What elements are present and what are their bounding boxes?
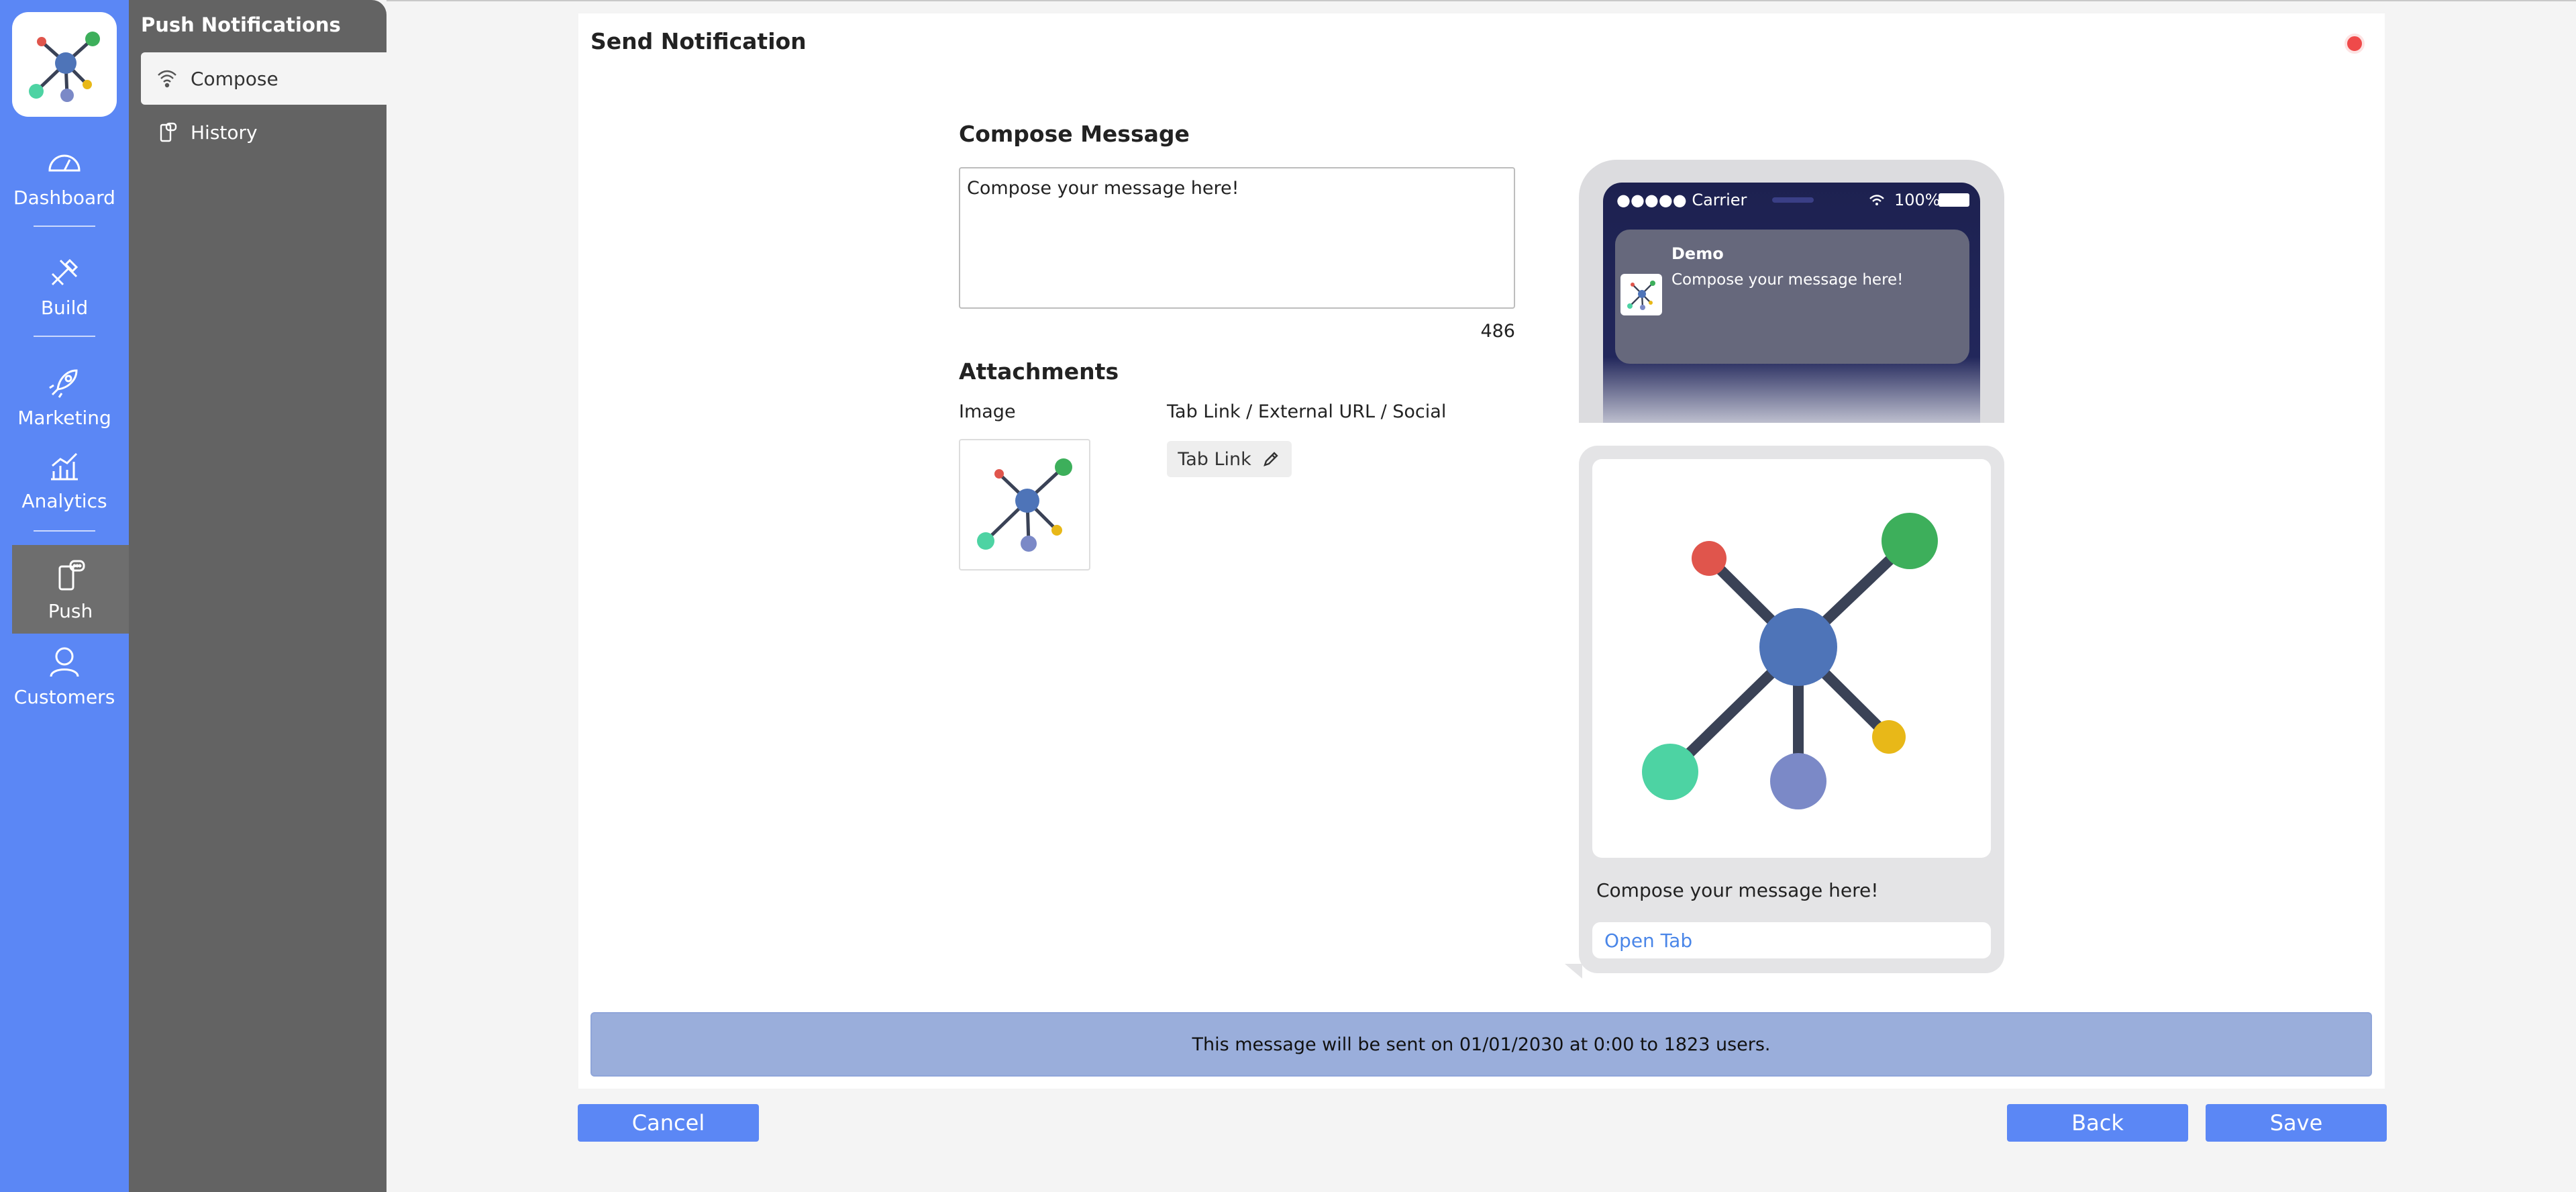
open-tab-link[interactable]: Open Tab xyxy=(1592,922,1991,958)
notification-message: Compose your message here! xyxy=(1671,271,1904,289)
subnav-title: Push Notifications xyxy=(141,13,341,36)
wifi-signal-icon xyxy=(1869,195,1884,205)
pencil-icon xyxy=(1263,452,1278,466)
rail-item-label: Build xyxy=(40,296,89,319)
rocket-icon xyxy=(49,368,78,398)
send-notification-card: Send Notification Compose Message 486 At… xyxy=(578,13,2385,1089)
message-textarea[interactable] xyxy=(959,167,1515,309)
rail-item-label: Dashboard xyxy=(13,186,115,209)
history-icon xyxy=(160,122,177,142)
tab-link-label: Tab Link xyxy=(1178,448,1251,470)
rail-item-push[interactable]: Push xyxy=(12,545,129,634)
battery-label: 100% xyxy=(1894,191,1941,209)
top-border xyxy=(387,0,2576,1)
notification-app-name: Demo xyxy=(1671,244,1724,263)
main-nav-rail: Dashboard Build Marketing Analytics Push xyxy=(0,0,129,1192)
gauge-icon xyxy=(48,154,81,171)
chart-icon xyxy=(51,452,78,480)
rail-divider xyxy=(34,530,95,532)
rail-item-label: Analytics xyxy=(21,489,107,512)
image-attachment[interactable] xyxy=(959,439,1090,570)
subnav-item-label: Compose xyxy=(191,67,278,90)
wifi-icon xyxy=(158,70,176,88)
page-title: Send Notification xyxy=(590,28,807,54)
rail-item-dashboard[interactable]: Dashboard xyxy=(0,132,129,220)
rail-divider xyxy=(34,226,95,227)
battery-icon xyxy=(1939,193,1969,207)
network-image-icon xyxy=(977,458,1072,552)
rail-item-build[interactable]: Build xyxy=(0,242,129,330)
rail-item-label: Push xyxy=(48,599,93,622)
app-logo[interactable] xyxy=(12,12,117,117)
network-logo-icon xyxy=(1627,281,1655,310)
save-button[interactable]: Save xyxy=(2206,1104,2387,1142)
subnav-item-compose[interactable]: Compose xyxy=(141,52,387,105)
phone-statusbar: ●●●●● Carrier 100% xyxy=(1616,191,1969,211)
rail-item-label: Customers xyxy=(13,685,115,708)
person-icon xyxy=(50,647,79,677)
subnav-item-history[interactable]: History xyxy=(141,106,387,158)
rich-preview-bubble: Compose your message here! Open Tab xyxy=(1579,446,2004,973)
back-button[interactable]: Back xyxy=(2007,1104,2188,1142)
subnav-item-label: History xyxy=(191,121,258,144)
rail-item-marketing[interactable]: Marketing xyxy=(0,352,129,440)
rail-divider xyxy=(34,336,95,337)
phone-screen: ●●●●● Carrier 100% Demo Compose your mes… xyxy=(1603,183,1980,423)
bubble-tail xyxy=(1565,964,1582,979)
status-indicator xyxy=(2345,34,2365,54)
network-image-icon xyxy=(1642,513,1938,809)
image-label: Image xyxy=(959,401,1016,422)
speaker-slot xyxy=(1772,197,1814,203)
push-subnav: Push Notifications Compose History xyxy=(129,0,387,1192)
phone-message-icon xyxy=(58,560,85,590)
cancel-button[interactable]: Cancel xyxy=(578,1104,759,1142)
notification-preview: Demo Compose your message here! xyxy=(1615,230,1969,364)
tools-icon xyxy=(51,258,79,285)
tab-link-button[interactable]: Tab Link xyxy=(1167,441,1292,477)
rich-preview-image xyxy=(1592,459,1991,858)
rail-item-label: Marketing xyxy=(17,406,111,429)
notification-app-icon xyxy=(1620,274,1662,315)
rich-preview-message: Compose your message here! xyxy=(1596,879,1879,901)
attachments-heading: Attachments xyxy=(959,358,1119,385)
link-label: Tab Link / External URL / Social xyxy=(1167,401,1447,422)
rail-item-analytics[interactable]: Analytics xyxy=(0,435,129,524)
rail-item-customers[interactable]: Customers xyxy=(0,631,129,719)
schedule-banner: This message will be sent on 01/01/2030 … xyxy=(590,1012,2372,1077)
phone-preview: ●●●●● Carrier 100% Demo Compose your mes… xyxy=(1579,160,2004,423)
compose-heading: Compose Message xyxy=(959,121,1190,147)
carrier-label: ●●●●● Carrier xyxy=(1616,191,1747,209)
network-logo-icon xyxy=(29,32,100,102)
char-count: 486 xyxy=(1480,321,1515,342)
